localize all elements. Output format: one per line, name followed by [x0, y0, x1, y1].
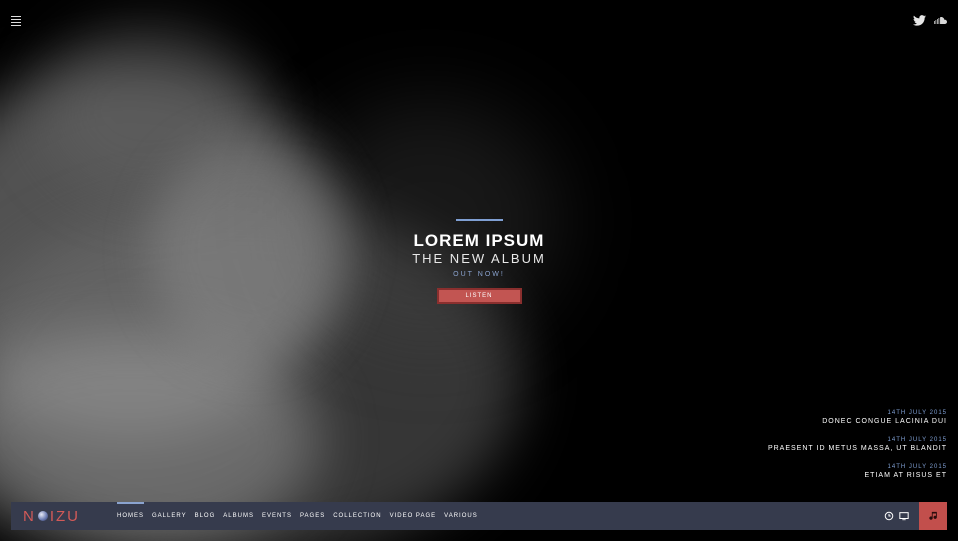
event-title[interactable]: PRAESENT ID METUS MASSA, UT BLANDIT	[768, 444, 947, 453]
music-player-button[interactable]	[919, 502, 947, 530]
nav-item-gallery[interactable]: GALLERY	[148, 502, 191, 530]
event-date: 14TH JULY 2015	[887, 410, 947, 416]
hero-title: LOREM IPSUM	[413, 231, 545, 250]
nav-item-collection[interactable]: COLLECTION	[329, 502, 385, 530]
menu-icon[interactable]	[11, 16, 21, 26]
hero-divider	[455, 219, 503, 221]
nav-item-homes[interactable]: HOMES	[113, 502, 148, 530]
event-item[interactable]: 14TH JULY 2015 DONEC CONGUE LACINIA DUI	[768, 409, 947, 426]
clock-icon[interactable]	[884, 511, 894, 521]
nav-item-pages[interactable]: PAGES	[296, 502, 329, 530]
events-list: 14TH JULY 2015 DONEC CONGUE LACINIA DUI …	[768, 409, 947, 490]
logo-text-right: IZU	[49, 507, 81, 525]
event-item[interactable]: 14TH JULY 2015 PRAESENT ID METUS MASSA, …	[768, 436, 947, 453]
nav-item-video-page[interactable]: VIDEO PAGE	[386, 502, 441, 530]
soundcloud-icon[interactable]	[933, 15, 948, 26]
logo-text-left: N	[23, 507, 36, 525]
hero-subtitle: THE NEW ALBUM	[412, 251, 546, 266]
nav-tools	[884, 502, 947, 530]
event-item[interactable]: 14TH JULY 2015 ETIAM AT RISUS ET	[768, 463, 947, 480]
nav-item-various[interactable]: VARIOUS	[440, 502, 482, 530]
nav-item-events[interactable]: EVENTS	[258, 502, 296, 530]
event-date: 14TH JULY 2015	[887, 437, 947, 443]
music-note-icon	[928, 511, 937, 520]
event-date: 14TH JULY 2015	[887, 464, 947, 470]
hero-section: LOREM IPSUM THE NEW ALBUM OUT NOW! LISTE…	[379, 219, 579, 304]
globe-icon	[37, 511, 48, 521]
listen-button[interactable]: LISTEN	[436, 288, 522, 304]
nav-item-blog[interactable]: BLOG	[191, 502, 220, 530]
event-title[interactable]: DONEC CONGUE LACINIA DUI	[768, 417, 947, 426]
event-title[interactable]: ETIAM AT RISUS ET	[768, 471, 947, 480]
hero-tagline: OUT NOW!	[453, 271, 505, 278]
monitor-icon[interactable]	[899, 511, 909, 521]
main-nav: HOMES GALLERY BLOG ALBUMS EVENTS PAGES C…	[113, 502, 482, 530]
site-logo[interactable]: N IZU	[23, 508, 103, 525]
twitter-icon[interactable]	[913, 15, 926, 26]
nav-item-albums[interactable]: ALBUMS	[219, 502, 258, 530]
social-links	[913, 15, 948, 26]
bottom-navbar: N IZU HOMES GALLERY BLOG ALBUMS EVENTS P…	[11, 502, 947, 530]
